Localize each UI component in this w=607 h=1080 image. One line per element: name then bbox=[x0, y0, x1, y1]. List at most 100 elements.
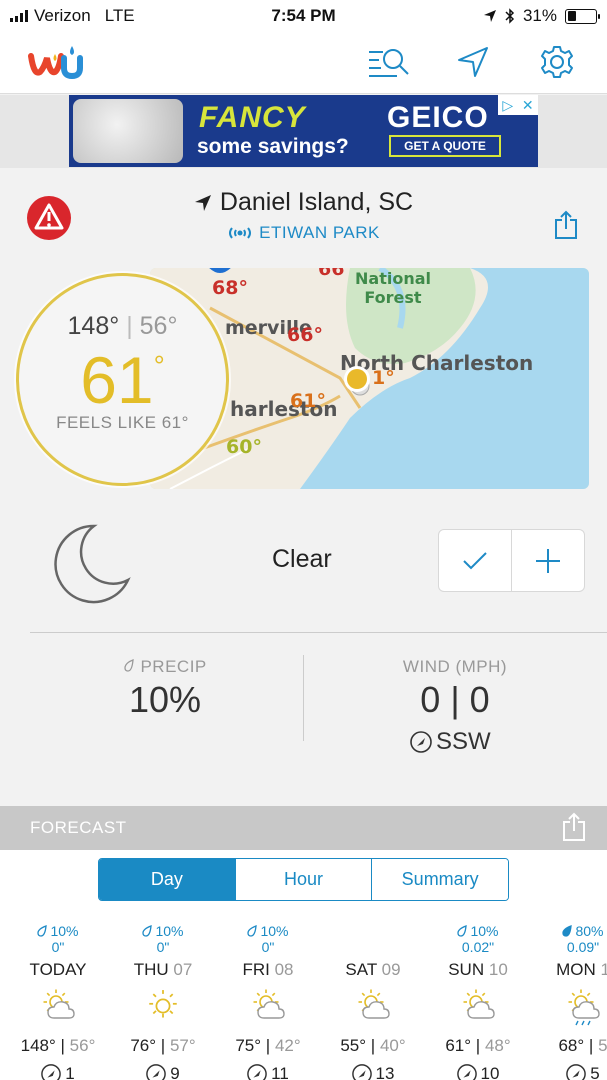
precip-amount bbox=[323, 939, 423, 957]
day-name: TODAY bbox=[8, 960, 108, 980]
top-nav bbox=[0, 32, 607, 94]
map-label-national-forest: National Forest bbox=[355, 269, 431, 307]
location-arrow-icon[interactable] bbox=[451, 44, 495, 80]
ad-banner[interactable]: FANCY some savings? GEICO GET A QUOTE ▷ ✕ bbox=[69, 95, 538, 167]
raindrop-icon bbox=[562, 924, 573, 937]
precip-amount: 0" bbox=[51, 939, 65, 955]
day-high: 76° bbox=[130, 1036, 157, 1055]
wind-direction-icon bbox=[41, 1064, 62, 1080]
rain-icon bbox=[533, 980, 607, 1032]
precip-label: PRECIP bbox=[140, 657, 207, 676]
tab-hour[interactable]: Hour bbox=[234, 859, 372, 900]
station-marker bbox=[209, 268, 231, 273]
ad-choices-icon[interactable]: ▷ bbox=[502, 97, 513, 114]
ad-close-icon[interactable]: ✕ bbox=[522, 97, 534, 114]
day-hi-lo: 68° | 5 bbox=[558, 1036, 607, 1055]
day-wind: 13 bbox=[323, 1064, 423, 1080]
day-name: FRI 08 bbox=[218, 960, 318, 980]
forecast-day[interactable]: 10% 0" THU 07 76° | 57° 9 bbox=[113, 922, 213, 1080]
confirm-button[interactable] bbox=[439, 530, 511, 591]
forecast-share-icon[interactable] bbox=[562, 812, 586, 842]
day-name: MON 1 bbox=[533, 960, 607, 980]
forecast-day[interactable]: 10% 0.02" SUN 10 61° | 48° 10 bbox=[428, 922, 528, 1080]
forecast-day[interactable]: 10% 0" FRI 08 75° | 42° 11 bbox=[218, 922, 318, 1080]
location-arrow-small-icon bbox=[194, 194, 211, 211]
location-button[interactable]: Daniel Island, SC bbox=[194, 188, 413, 217]
precip-chance-value: 80% bbox=[575, 922, 604, 939]
ad-choices[interactable]: ▷ ✕ bbox=[498, 95, 538, 115]
ad-cta-button[interactable]: GET A QUOTE bbox=[389, 135, 501, 157]
precip-amount: 0" bbox=[261, 939, 275, 955]
forecast-header: FORECAST bbox=[0, 806, 607, 850]
current-temp-circle[interactable]: 148° | 56° 61° FEELS LIKE 61° bbox=[16, 273, 229, 486]
hi-lo: 148° | 56° bbox=[67, 312, 178, 340]
day-wind: 1 bbox=[8, 1064, 108, 1080]
ad-brand: GEICO bbox=[387, 101, 489, 134]
day-low: 42° bbox=[274, 1036, 301, 1055]
tab-day[interactable]: Day bbox=[99, 859, 235, 900]
precip-chance: 10% bbox=[218, 922, 318, 939]
day-label: FRI bbox=[242, 960, 270, 979]
wind-label: WIND (MPH) bbox=[402, 657, 508, 676]
precip-amount: 0.02" bbox=[461, 939, 495, 955]
status-bar: Verizon LTE 7:54 PM 31% bbox=[0, 0, 607, 32]
checkmark-icon bbox=[463, 551, 487, 569]
wind-direction-icon bbox=[247, 1064, 267, 1080]
partly-cloudy-icon bbox=[218, 980, 318, 1032]
precip-chance-value: 10% bbox=[155, 922, 184, 939]
wind-direction-text: SSW bbox=[436, 728, 491, 755]
share-icon[interactable] bbox=[554, 210, 578, 240]
add-location-button[interactable] bbox=[511, 530, 584, 591]
day-wind: 9 bbox=[113, 1064, 213, 1080]
location-actions bbox=[438, 529, 585, 592]
tab-summary[interactable]: Summary bbox=[371, 859, 508, 900]
raindrop-icon bbox=[124, 659, 134, 672]
partly-cloudy-icon bbox=[428, 980, 528, 1032]
ad-subline: some savings? bbox=[197, 135, 349, 158]
day-wind-value: 13 bbox=[375, 1064, 395, 1080]
precip-stat: PRECIP 10% bbox=[90, 657, 240, 721]
day-date: 07 bbox=[173, 960, 193, 979]
ad-headline: FANCY bbox=[199, 101, 306, 134]
location-header: Daniel Island, SC ETIWAN PARK bbox=[0, 188, 607, 245]
wu-logo[interactable] bbox=[28, 42, 84, 82]
station-name: ETIWAN PARK bbox=[259, 223, 380, 242]
gear-icon[interactable] bbox=[535, 44, 579, 80]
forecast-day[interactable]: 10% 0" TODAY 148° | 56° 1 bbox=[8, 922, 108, 1080]
day-high: 68° bbox=[558, 1036, 585, 1055]
search-list-icon[interactable] bbox=[367, 44, 411, 80]
wind-direction-icon bbox=[410, 731, 432, 753]
day-name: SUN 10 bbox=[428, 960, 528, 980]
raindrop-icon bbox=[37, 924, 48, 937]
day-low: 48° bbox=[484, 1036, 511, 1055]
precip-chance-value: 10% bbox=[470, 922, 499, 939]
map-temp-60: 60° bbox=[226, 436, 262, 458]
map-temp-66: 66° bbox=[287, 324, 323, 346]
today-high: 148° bbox=[67, 312, 120, 340]
wind-direction-icon bbox=[146, 1064, 167, 1080]
day-low: 56° bbox=[69, 1036, 96, 1055]
precip-amount: 0" bbox=[156, 939, 170, 955]
day-wind-value: 1 bbox=[65, 1064, 75, 1080]
location-services-icon bbox=[483, 10, 496, 22]
map-temp-68: 68° bbox=[212, 277, 248, 299]
station-button[interactable]: ETIWAN PARK bbox=[227, 223, 380, 243]
day-high: 55° bbox=[340, 1036, 367, 1055]
battery-percent: 31% bbox=[522, 6, 557, 25]
partly-cloudy-icon bbox=[8, 980, 108, 1032]
stats-divider bbox=[303, 655, 304, 741]
station-broadcast-icon bbox=[229, 227, 252, 239]
city-name: Daniel Island, SC bbox=[219, 188, 414, 216]
condition-text: Clear bbox=[272, 545, 332, 573]
current-temp-value: 61 bbox=[80, 343, 154, 417]
precip-amount: 0.09" bbox=[566, 939, 600, 955]
day-high: 75° bbox=[235, 1036, 262, 1055]
day-label: THU bbox=[133, 960, 169, 979]
moon-icon bbox=[54, 524, 131, 604]
forecast-day[interactable]: 80% 0.09" MON 1 68° | 55 bbox=[533, 922, 607, 1080]
precip-chance-value: 10% bbox=[260, 922, 289, 939]
wind-direction-icon bbox=[351, 1064, 372, 1080]
forecast-day[interactable]: SAT 09 55° | 40° 13 bbox=[323, 922, 423, 1080]
precip-label-row: PRECIP bbox=[90, 657, 240, 677]
wind-stat: WIND (MPH) 0 | 0 bbox=[380, 657, 530, 721]
